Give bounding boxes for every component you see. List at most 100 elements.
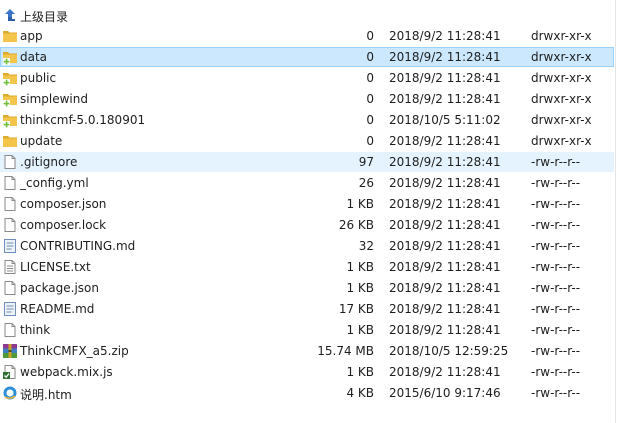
file-row[interactable]: data 0 2018/9/2 11:28:41 drwxr-xr-x <box>0 47 614 67</box>
file-name: _config.yml <box>20 176 89 190</box>
file-modified-date: 2018/10/5 5:11:02 <box>389 113 501 127</box>
folder-badged-icon <box>2 91 18 107</box>
file-permissions: -rw-r--r-- <box>531 239 581 253</box>
file-permissions: drwxr-xr-x <box>531 71 592 85</box>
file-name: LICENSE.txt <box>20 260 91 274</box>
file-permissions: -rw-r--r-- <box>531 281 581 295</box>
file-row[interactable]: public 0 2018/9/2 11:28:41 drwxr-xr-x <box>0 68 614 88</box>
file-modified-date: 2018/9/2 11:28:41 <box>389 365 501 379</box>
file-size: 0 <box>366 134 374 148</box>
file-row[interactable]: think 1 KB 2018/9/2 11:28:41 -rw-r--r-- <box>0 320 614 340</box>
file-permissions: -rw-r--r-- <box>531 155 581 169</box>
file-permissions: drwxr-xr-x <box>531 134 592 148</box>
file-modified-date: 2015/6/10 9:17:46 <box>389 386 501 400</box>
file-name: README.md <box>20 302 95 316</box>
file-name: data <box>20 50 48 64</box>
file-modified-date: 2018/9/2 11:28:41 <box>389 155 501 169</box>
file-size: 17 KB <box>338 302 374 316</box>
file-size: 1 KB <box>346 323 374 337</box>
file-size: 1 KB <box>346 197 374 211</box>
file-size: 4 KB <box>346 386 374 400</box>
file-name: composer.lock <box>20 218 107 232</box>
file-permissions: -rw-r--r-- <box>531 176 581 190</box>
file-name: package.json <box>20 281 100 295</box>
file-modified-date: 2018/9/2 11:28:41 <box>389 29 501 43</box>
file-row[interactable]: README.md 17 KB 2018/9/2 11:28:41 -rw-r--r-… <box>0 299 614 319</box>
file-name: webpack.mix.js <box>20 365 113 379</box>
script-file-icon <box>2 364 18 380</box>
file-name: think <box>20 323 51 337</box>
file-row[interactable]: app 0 2018/9/2 11:28:41 drwxr-xr-x <box>0 26 614 46</box>
file-row[interactable]: ThinkCMFX_a5.zip 15.74 MB 2018/10/5 12:59:… <box>0 341 614 361</box>
file-size: 0 <box>366 113 374 127</box>
file-size: 0 <box>366 50 374 64</box>
up-arrow-icon <box>2 7 18 23</box>
parent-directory-label: 上级目录 <box>20 10 69 24</box>
folder-icon <box>2 133 18 149</box>
file-modified-date: 2018/9/2 11:28:41 <box>389 71 501 85</box>
file-size: 0 <box>366 29 374 43</box>
file-modified-date: 2018/9/2 11:28:41 <box>389 92 501 106</box>
markdown-file-icon <box>2 301 18 317</box>
file-icon <box>2 217 18 233</box>
file-name: 说明.htm <box>20 388 72 402</box>
file-size: 26 KB <box>338 218 374 232</box>
file-name: public <box>20 71 57 85</box>
archive-icon <box>2 343 18 359</box>
folder-badged-icon <box>2 49 18 65</box>
file-permissions: -rw-r--r-- <box>531 386 581 400</box>
file-size: 0 <box>366 71 374 85</box>
file-row[interactable]: composer.lock 26 KB 2018/9/2 11:28:41 -rw-r… <box>0 215 614 235</box>
column-divider <box>615 0 616 423</box>
file-row[interactable]: simplewind 0 2018/9/2 11:28:41 drwxr-xr-x <box>0 89 614 109</box>
file-permissions: -rw-r--r-- <box>531 344 581 358</box>
file-size: 97 <box>358 155 374 169</box>
file-row[interactable]: LICENSE.txt 1 KB 2018/9/2 11:28:41 -rw-r--r… <box>0 257 614 277</box>
file-modified-date: 2018/10/5 12:59:25 <box>389 344 509 358</box>
file-name: .gitignore <box>20 155 78 169</box>
file-size: 32 <box>358 239 374 253</box>
file-permissions: -rw-r--r-- <box>531 218 581 232</box>
file-row[interactable]: package.json 1 KB 2018/9/2 11:28:41 -rw-r--… <box>0 278 614 298</box>
markdown-file-icon <box>2 238 18 254</box>
file-icon <box>2 280 18 296</box>
file-row[interactable]: thinkcmf-5.0.180901 0 2018/10/5 5:11:02 drw… <box>0 110 614 130</box>
file-permissions: drwxr-xr-x <box>531 92 592 106</box>
file-name: simplewind <box>20 92 88 106</box>
file-permissions: drwxr-xr-x <box>531 50 592 64</box>
file-modified-date: 2018/9/2 11:28:41 <box>389 176 501 190</box>
file-name: composer.json <box>20 197 107 211</box>
file-size: 26 <box>358 176 374 190</box>
file-size: 0 <box>366 92 374 106</box>
file-icon <box>2 154 18 170</box>
file-row[interactable]: webpack.mix.js 1 KB 2018/9/2 11:28:41 -rw-r… <box>0 362 614 382</box>
file-name: app <box>20 29 43 43</box>
file-permissions: -rw-r--r-- <box>531 197 581 211</box>
file-modified-date: 2018/9/2 11:28:41 <box>389 281 501 295</box>
folder-icon <box>2 28 18 44</box>
file-permissions: -rw-r--r-- <box>531 365 581 379</box>
file-modified-date: 2018/9/2 11:28:41 <box>389 197 501 211</box>
file-icon <box>2 175 18 191</box>
file-size: 15.74 MB <box>317 344 374 358</box>
file-modified-date: 2018/9/2 11:28:41 <box>389 134 501 148</box>
file-icon <box>2 322 18 338</box>
file-row[interactable]: CONTRIBUTING.md 32 2018/9/2 11:28:41 -rw-r-… <box>0 236 614 256</box>
file-row[interactable]: .gitignore 97 2018/9/2 11:28:41 -rw-r--r-- <box>0 152 614 172</box>
file-modified-date: 2018/9/2 11:28:41 <box>389 218 501 232</box>
text-file-icon <box>2 259 18 275</box>
browser-file-icon <box>2 385 18 401</box>
file-name: update <box>20 134 63 148</box>
file-size: 1 KB <box>346 260 374 274</box>
file-size: 1 KB <box>346 365 374 379</box>
file-row[interactable]: 说明.htm 4 KB 2015/6/10 9:17:46 -rw-r--r-- <box>0 383 614 403</box>
file-row[interactable]: update 0 2018/9/2 11:28:41 drwxr-xr-x <box>0 131 614 151</box>
file-row[interactable]: composer.json 1 KB 2018/9/2 11:28:41 -rw-r-… <box>0 194 614 214</box>
file-row[interactable]: _config.yml 26 2018/9/2 11:28:41 -rw-r--r-- <box>0 173 614 193</box>
folder-badged-icon <box>2 112 18 128</box>
file-name: CONTRIBUTING.md <box>20 239 136 253</box>
file-modified-date: 2018/9/2 11:28:41 <box>389 302 501 316</box>
parent-directory-row[interactable]: 上级目录 <box>0 5 614 25</box>
file-permissions: -rw-r--r-- <box>531 302 581 316</box>
file-name: thinkcmf-5.0.180901 <box>20 113 146 127</box>
